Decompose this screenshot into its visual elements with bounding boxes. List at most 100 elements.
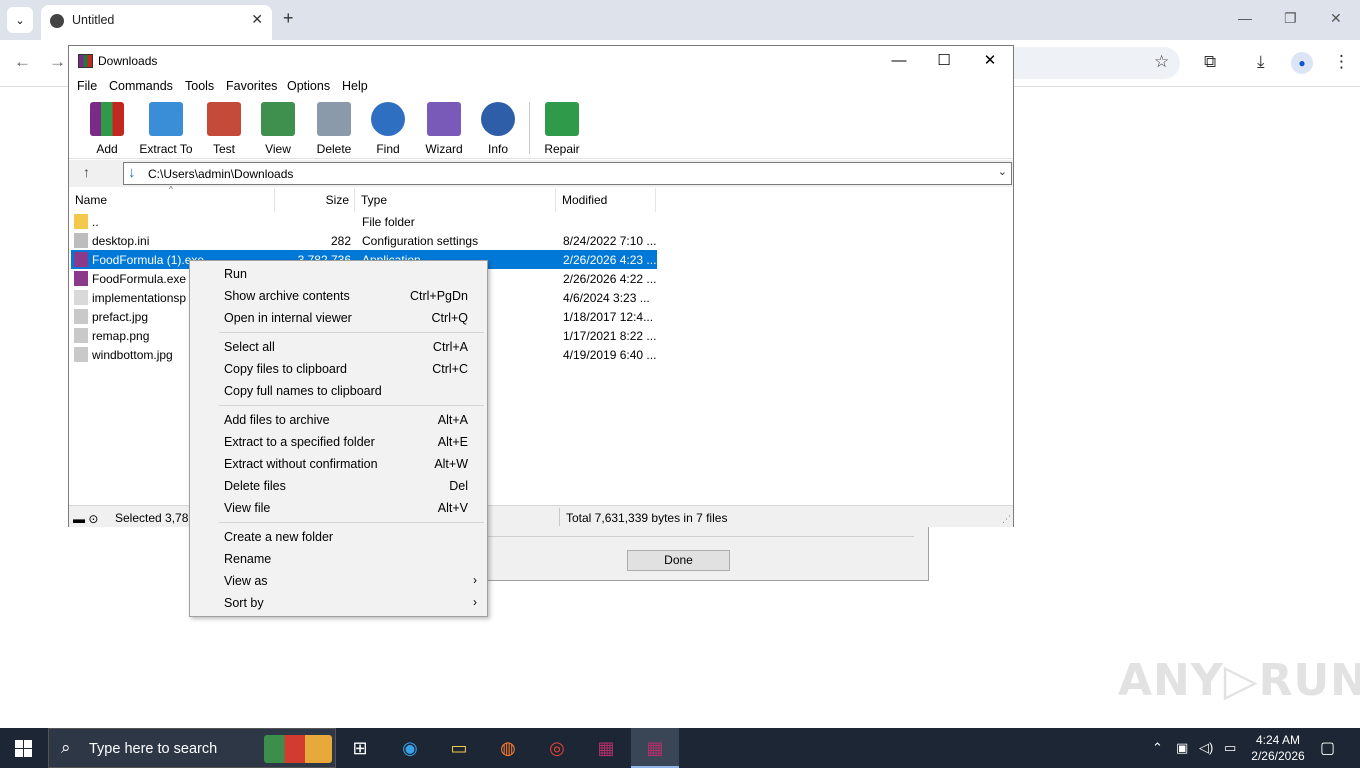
chevron-right-icon: › bbox=[473, 595, 477, 609]
column-type-label: Type bbox=[361, 193, 388, 207]
extract-to-button[interactable]: Extract To bbox=[138, 102, 194, 156]
tab-search-chevron-icon[interactable]: ⌄ bbox=[7, 7, 33, 33]
task-view-taskbar-icon[interactable]: ⊞ bbox=[336, 728, 384, 768]
column-header-name[interactable]: ^ Name bbox=[69, 185, 275, 212]
context-menu-item[interactable]: Show archive contents Ctrl+PgDn bbox=[190, 285, 487, 307]
file-name: windbottom.jpg bbox=[92, 348, 173, 362]
downloads-icon[interactable]: ⤓ bbox=[1257, 52, 1265, 72]
chevron-down-icon[interactable]: ⌄ bbox=[998, 165, 1007, 178]
context-menu-item[interactable]: Add files to archive Alt+A bbox=[190, 409, 487, 431]
winrar-taskbar-icon[interactable]: ▦ bbox=[582, 728, 630, 768]
bookmark-star-icon[interactable]: ☆ bbox=[1154, 52, 1169, 72]
minimize-icon[interactable]: — bbox=[876, 50, 922, 72]
browser-tab[interactable]: Untitled ✕ bbox=[41, 5, 272, 40]
up-folder-icon[interactable]: ↑ bbox=[83, 164, 90, 180]
file-name: FoodFormula (1).exe bbox=[92, 253, 205, 267]
context-menu-item[interactable]: Extract to a specified folder Alt+E bbox=[190, 431, 487, 453]
menu-item-label: Run bbox=[224, 267, 247, 281]
search-placeholder: Type here to search bbox=[89, 741, 218, 757]
file-row[interactable]: .. File folder bbox=[71, 212, 657, 231]
file-row[interactable]: desktop.ini 282 Configuration settings 8/24… bbox=[71, 231, 657, 250]
menu-item-shortcut: Ctrl+Q bbox=[431, 311, 468, 325]
context-menu-item[interactable]: View file Alt+V bbox=[190, 497, 487, 519]
clock-time: 4:24 AM bbox=[1255, 733, 1301, 747]
test-button[interactable]: Test bbox=[197, 102, 251, 156]
context-menu-item[interactable]: Copy full names to clipboard bbox=[190, 380, 487, 402]
start-windows-icon[interactable] bbox=[15, 740, 32, 757]
menu-options[interactable]: Options bbox=[287, 79, 330, 93]
file-name: FoodFormula.exe bbox=[92, 272, 187, 286]
file-modified: 8/24/2022 7:10 ... bbox=[563, 234, 657, 248]
profile-avatar-icon[interactable]: ● bbox=[1291, 52, 1313, 74]
forward-icon[interactable]: → bbox=[49, 52, 66, 72]
context-menu-item[interactable]: Open in internal viewer Ctrl+Q bbox=[190, 307, 487, 329]
file-explorer-taskbar-icon[interactable]: ▭ bbox=[435, 728, 483, 768]
firefox-taskbar-icon[interactable]: ◍ bbox=[484, 728, 532, 768]
menu-item-label: Sort by bbox=[224, 596, 264, 610]
wizard-button[interactable]: Wizard bbox=[417, 102, 471, 156]
chrome-taskbar-icon[interactable]: ◎ bbox=[533, 728, 581, 768]
menu-favorites[interactable]: Favorites bbox=[226, 79, 277, 93]
taskbar-search[interactable]: ⌕ Type here to search bbox=[48, 728, 336, 768]
context-menu-item[interactable]: Rename bbox=[190, 548, 487, 570]
repair-button[interactable]: Repair bbox=[535, 102, 589, 156]
column-header-modified[interactable]: Modified bbox=[556, 188, 656, 212]
resize-grip-icon[interactable]: ⋰ bbox=[1002, 514, 1011, 525]
menu-tools[interactable]: Tools bbox=[185, 79, 214, 93]
menu-item-label: View file bbox=[224, 501, 271, 515]
winrar-title-bar[interactable]: Downloads — ☐ ✕ bbox=[69, 46, 1013, 76]
menu-item-label: Copy files to clipboard bbox=[224, 362, 347, 376]
network-icon[interactable]: ▭ bbox=[1224, 740, 1236, 756]
column-header-size[interactable]: Size bbox=[275, 188, 355, 212]
close-icon[interactable]: ✕ bbox=[967, 50, 1013, 72]
menu-file[interactable]: File bbox=[77, 79, 97, 93]
context-menu-item[interactable]: Copy files to clipboard Ctrl+C bbox=[190, 358, 487, 380]
meet-now-icon[interactable]: ▣ bbox=[1176, 740, 1188, 756]
menu-item-shortcut: Alt+E bbox=[437, 435, 468, 449]
menu-item-label: Show archive contents bbox=[224, 289, 350, 303]
menu-item-label: Add files to archive bbox=[224, 413, 330, 427]
context-menu-item[interactable]: View as › bbox=[190, 570, 487, 592]
path-combobox[interactable]: ↓ C:\Users\admin\Downloads ⌄ bbox=[123, 162, 1012, 185]
edge-taskbar-icon[interactable]: ◉ bbox=[386, 728, 434, 768]
winrar-app-icon bbox=[78, 54, 93, 68]
context-menu-item[interactable]: Create a new folder bbox=[190, 526, 487, 548]
delete-button[interactable]: Delete bbox=[307, 102, 361, 156]
view-button[interactable]: View bbox=[251, 102, 305, 156]
new-tab-icon[interactable]: + bbox=[283, 8, 294, 29]
close-window-icon[interactable]: ✕ bbox=[1330, 10, 1342, 27]
winrar-exe-icon bbox=[74, 271, 88, 286]
winrar-active-taskbar-icon[interactable]: ▦ bbox=[631, 728, 679, 768]
back-icon[interactable]: ← bbox=[14, 52, 31, 72]
done-button[interactable]: Done bbox=[627, 550, 730, 571]
menu-commands[interactable]: Commands bbox=[109, 79, 173, 93]
volume-icon[interactable]: ◁) bbox=[1199, 740, 1213, 756]
column-header-type[interactable]: Type bbox=[355, 188, 556, 212]
tray-chevron-up-icon[interactable]: ⌃ bbox=[1152, 740, 1163, 756]
add-button[interactable]: Add bbox=[80, 102, 134, 156]
search-icon: ⌕ bbox=[61, 738, 71, 757]
context-menu-item[interactable]: Select all Ctrl+A bbox=[190, 336, 487, 358]
taskbar-clock[interactable]: 4:24 AM 2/26/2026 bbox=[1248, 732, 1308, 764]
notifications-icon[interactable]: ▢ bbox=[1320, 738, 1335, 758]
context-menu: Run Show archive contents Ctrl+PgDn Open in… bbox=[189, 260, 488, 617]
context-menu-item[interactable]: Extract without confirmation Alt+W bbox=[190, 453, 487, 475]
wand-icon bbox=[427, 102, 461, 136]
extensions-icon[interactable]: ⧉ bbox=[1204, 52, 1216, 72]
info-button[interactable]: Info bbox=[471, 102, 525, 156]
magnifier-icon bbox=[371, 102, 405, 136]
context-menu-item[interactable]: Run bbox=[190, 263, 487, 285]
menu-item-shortcut: Ctrl+C bbox=[432, 362, 468, 376]
find-button[interactable]: Find bbox=[361, 102, 415, 156]
context-menu-item[interactable]: Delete files Del bbox=[190, 475, 487, 497]
menu-help[interactable]: Help bbox=[342, 79, 368, 93]
restore-icon[interactable]: ❐ bbox=[1284, 10, 1297, 27]
menu-item-label: Copy full names to clipboard bbox=[224, 384, 382, 398]
settings-file-icon bbox=[74, 233, 88, 248]
tab-close-icon[interactable]: ✕ bbox=[251, 11, 263, 28]
browser-menu-icon[interactable]: ⋮ bbox=[1333, 52, 1350, 72]
context-menu-item[interactable]: Sort by › bbox=[190, 592, 487, 614]
maximize-icon[interactable]: ☐ bbox=[921, 50, 967, 72]
minimize-icon[interactable]: — bbox=[1238, 10, 1252, 26]
image-file-icon bbox=[74, 309, 88, 324]
